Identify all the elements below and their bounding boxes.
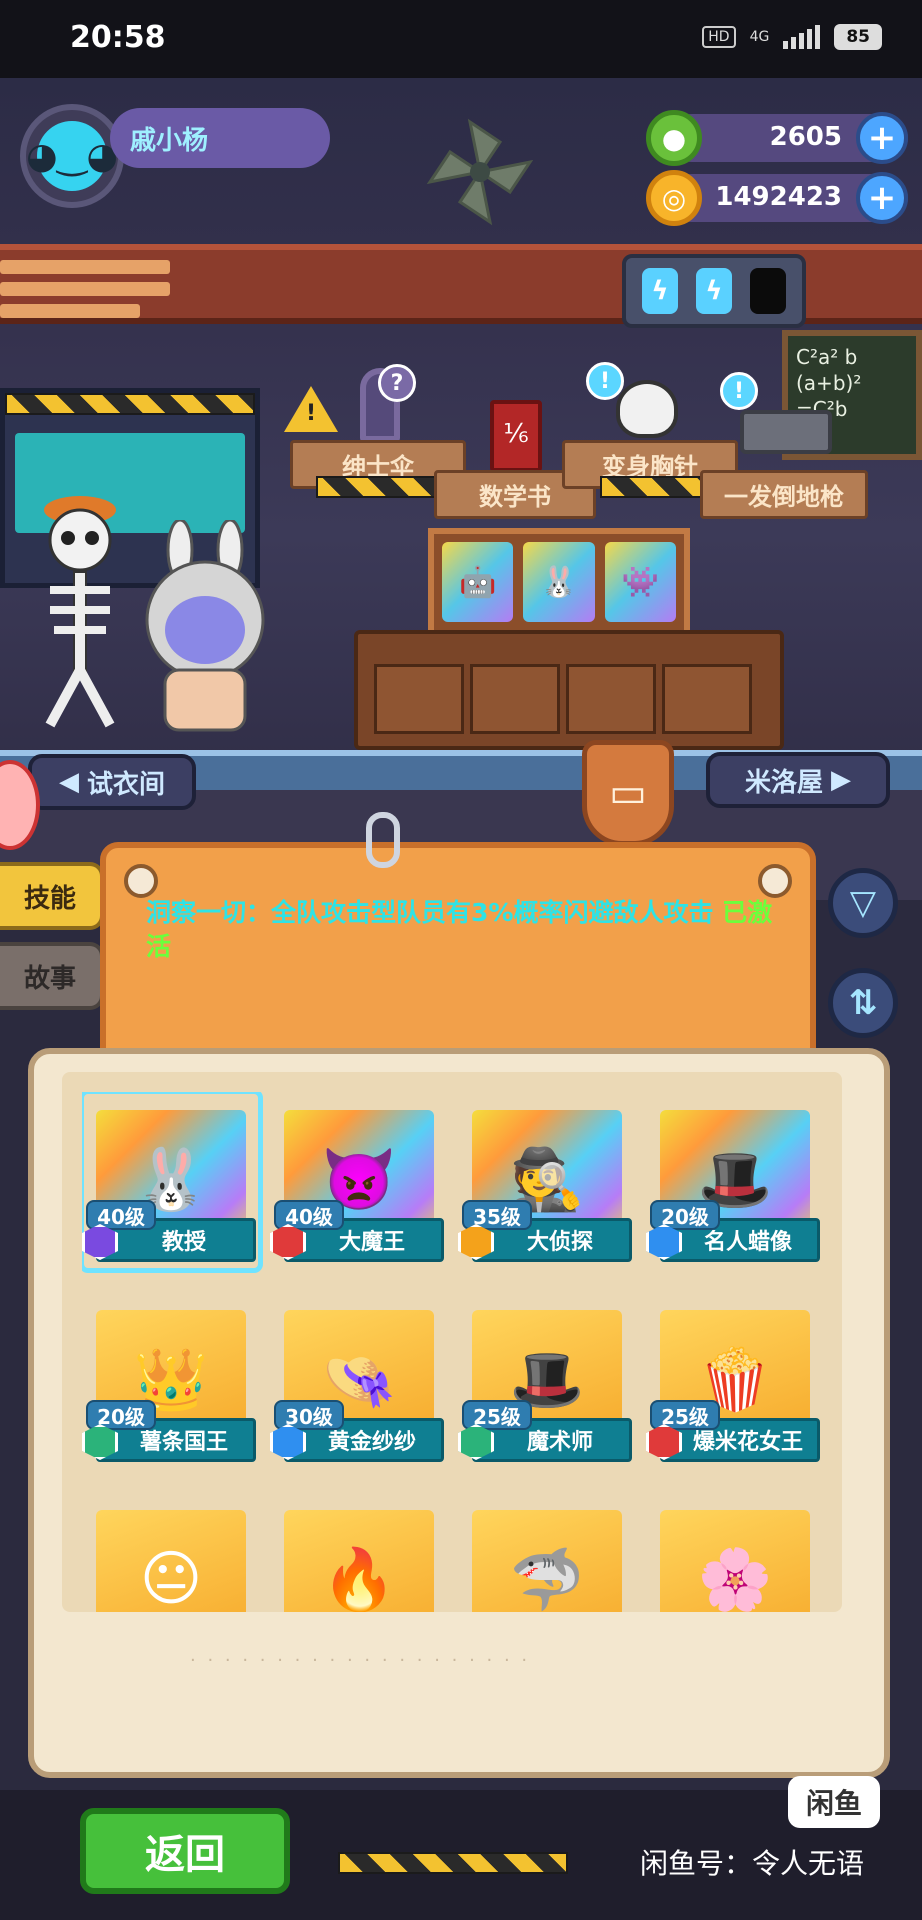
arrow-right-icon: ▶ [831,765,851,795]
gem-counter: ● 2605 + [646,110,908,166]
pin-icon [124,864,158,898]
character-level: 30级 [274,1400,344,1430]
energy-panel: ϟ ϟ [622,254,806,328]
hint-bubble-icon[interactable]: ? [378,364,416,402]
filter-button[interactable]: ▽ [828,868,898,938]
character-portrait-icon: 🔥 [284,1510,434,1612]
paper-clip-icon [366,812,400,868]
dressing-room-button[interactable]: ◀ 试衣间 [28,754,196,810]
math-book-icon[interactable]: ⅙ [490,400,542,472]
character-portrait-icon: 🌸 [660,1510,810,1612]
sort-button[interactable]: ⇅ [828,968,898,1038]
hint-bubble-icon[interactable]: ! [586,362,624,400]
xianyu-logo: 闲鱼 [788,1776,880,1828]
gem-donut-icon: ● [646,110,702,166]
skill-panel: 洞察一切：全队攻击型队员有3%概率闪避敌人攻击 已激活 [100,842,816,1078]
character-card[interactable]: 👑 薯条国王 20级 [82,1292,260,1470]
sort-icon: ⇅ [848,983,878,1023]
case-slot-robot-icon[interactable]: 🤖 [442,542,514,622]
pin-icon [758,864,792,898]
hd-icon: HD [702,26,736,48]
energy-empty-icon [750,268,786,314]
back-button[interactable]: 返回 [80,1808,290,1894]
character-card[interactable]: 🐰 教授 40级 [82,1092,263,1273]
coin-planet-icon: ◎ [646,170,702,226]
hint-bubble-icon[interactable]: ! [720,372,758,410]
character-card[interactable]: 🎩 名人蜡像 20级 [646,1092,824,1270]
network-label: 4G [749,29,770,45]
character-card[interactable]: 🕵 大侦探 35级 [458,1092,636,1270]
character-level: 40级 [274,1200,344,1230]
gun-icon[interactable] [740,410,832,454]
skill-description-block: 洞察一切：全队攻击型队员有3%概率闪避敌人攻击 已激活 [146,896,786,964]
character-card[interactable]: 🌸 [646,1492,824,1612]
character-card[interactable]: 🦈 [458,1492,636,1612]
character-level: 25级 [650,1400,720,1430]
skill-description: 洞察一切：全队攻击型队员有3%概率闪避敌人攻击 [146,898,714,927]
character-portrait-icon: 🦈 [472,1510,622,1612]
coin-count: 1492423 [715,182,842,212]
add-gems-button[interactable]: + [856,112,908,164]
skeleton-icon [44,496,116,728]
character-card[interactable]: 😐 [82,1492,260,1612]
desk [354,630,784,750]
mi-house-button[interactable]: 米洛屋 ▶ [706,752,890,808]
display-case[interactable]: 🤖 🐰 👾 [428,528,690,636]
avatar-frame[interactable]: ◕‿◕ [20,104,124,208]
bunny-professor-icon [145,520,265,732]
item-label-gun[interactable]: 一发倒地枪 [700,470,868,519]
arrow-left-icon: ◀ [58,767,79,797]
dressing-room-label: 试衣间 [86,769,165,800]
character-card[interactable]: 👿 大魔王 40级 [270,1092,448,1270]
coin-counter: ◎ 1492423 + [646,170,908,226]
character-portrait-icon: 😐 [96,1510,246,1612]
case-slot-bunny-icon[interactable]: 🐰 [523,542,595,622]
energy-bolt-icon: ϟ [642,268,678,314]
tab-story[interactable]: 故事 [0,942,104,1010]
character-level: 35级 [462,1200,532,1230]
blackboard-line: C²a² b [796,345,858,369]
case-slot-monster-icon[interactable]: 👾 [604,542,676,622]
character-card[interactable]: 🎩 魔术师 25级 [458,1292,636,1470]
fan-icon [426,118,534,226]
player-name: 戚小杨 [110,108,330,168]
cat-avatar-icon: ◕‿◕ [26,121,118,191]
status-indicators: HD 4G 85 [702,24,882,50]
character-level: 20级 [650,1200,720,1230]
battery-icon: 85 [834,24,882,50]
character-level: 40级 [86,1200,156,1230]
mi-house-label: 米洛屋 [744,767,823,798]
hazard-stripe [338,1852,568,1874]
energy-bolt-icon: ϟ [696,268,732,314]
gem-count: 2605 [769,122,842,152]
character-level: 20级 [86,1400,156,1430]
character-card[interactable]: 🔥 [270,1492,448,1612]
add-coins-button[interactable]: + [856,172,908,224]
skull-brooch-icon[interactable] [616,380,678,438]
status-time: 20:58 [70,20,166,55]
character-card[interactable]: 🍿 爆米花女王 25级 [646,1292,824,1470]
character-level: 25级 [462,1400,532,1430]
watermark-text: 闲鱼号：令人无语 [640,1847,865,1880]
blackboard-line: (a+b)² [796,371,862,395]
tab-skill[interactable]: 技能 [0,862,104,930]
character-grid: 🐰 教授 40级 👿 大魔王 40级 🕵 大侦探 35级 🎩 名人蜡像 20级 👑 薯条国王 20级 👒 黄金纱… [82,1092,832,1612]
sofa-icon[interactable]: ▭ [582,740,674,846]
signal-icon [783,25,821,49]
blurred-footer-text: · · · · · · · · · · · · · · · · · · · · [190,1650,531,1671]
filter-icon: ▽ [849,883,877,923]
character-card[interactable]: 👒 黄金纱纱 30级 [270,1292,448,1470]
